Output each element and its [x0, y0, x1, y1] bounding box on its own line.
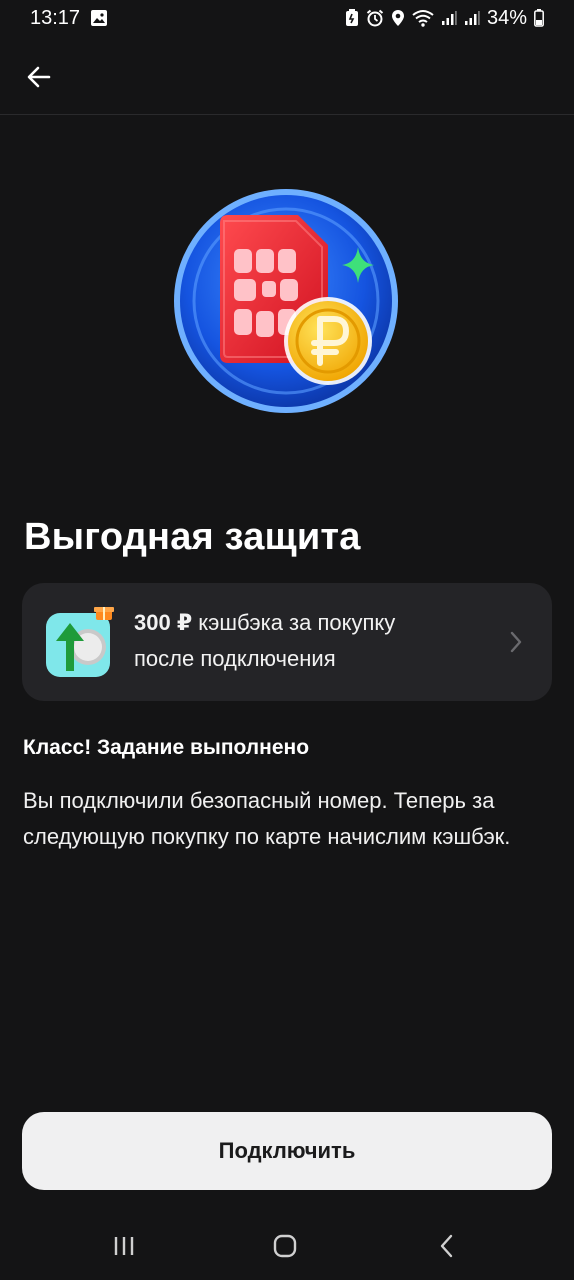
- home-icon: [273, 1234, 297, 1258]
- task-complete-heading: Класс! Задание выполнено: [23, 736, 310, 759]
- system-back-button[interactable]: [425, 1224, 469, 1268]
- task-complete-description: Вы подключили безопасный номер. Теперь з…: [23, 788, 511, 849]
- battery-saver-icon: [345, 9, 359, 27]
- back-icon: [440, 1234, 453, 1258]
- cashback-line-2: после подключения: [134, 646, 336, 671]
- status-right: 34%: [345, 7, 544, 30]
- gallery-icon: [90, 9, 108, 27]
- alarm-icon: [366, 9, 384, 27]
- wifi-icon: [412, 9, 434, 27]
- cashback-line-1: 300 ₽ кэшбэка за покупку: [134, 605, 494, 641]
- home-button[interactable]: [263, 1224, 307, 1268]
- sim-card-coin-illustration: [174, 189, 398, 413]
- status-time: 13:17: [30, 6, 81, 29]
- connect-button[interactable]: Подключить: [22, 1112, 552, 1190]
- cashback-text: 300 ₽ кэшбэка за покупку после подключен…: [134, 605, 494, 677]
- cashback-amount: 300 ₽: [134, 610, 193, 635]
- battery-percent: 34%: [486, 6, 527, 29]
- signal-icon: [441, 10, 457, 26]
- cashback-line1-text: кэшбэка за покупку: [192, 610, 396, 635]
- system-nav-bar: [0, 1210, 574, 1280]
- top-bar: [0, 36, 574, 115]
- recent-apps-button[interactable]: [102, 1224, 146, 1268]
- page-title: Выгодная защита: [24, 516, 361, 558]
- battery-icon: [534, 9, 544, 27]
- recent-apps-icon: [114, 1237, 134, 1255]
- status-bar: 13:17 34%: [0, 0, 574, 36]
- cashback-arrow-icon: [44, 605, 116, 681]
- arrow-left-icon: [27, 66, 51, 88]
- hero-illustration: [170, 185, 402, 417]
- location-icon: [391, 9, 405, 27]
- status-left: 13:17: [30, 7, 108, 30]
- back-button[interactable]: [18, 56, 60, 98]
- signal-icon: [464, 10, 480, 26]
- chevron-right-icon: [510, 631, 522, 658]
- cashback-card[interactable]: 300 ₽ кэшбэка за покупку после подключен…: [22, 583, 552, 701]
